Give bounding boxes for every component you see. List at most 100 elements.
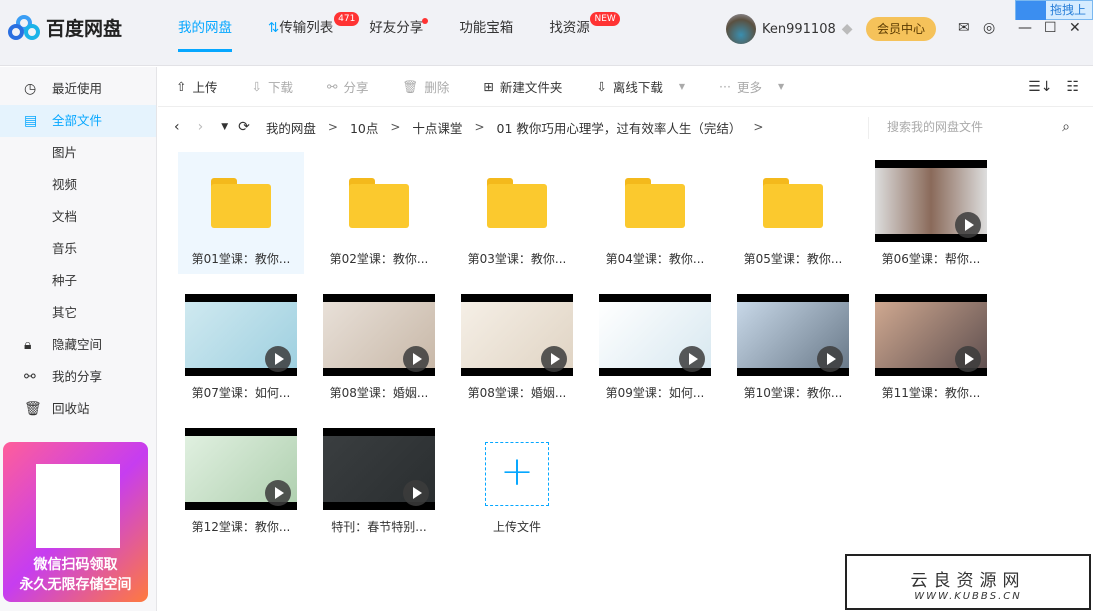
play-icon[interactable] bbox=[955, 346, 981, 372]
delete-button[interactable]: 🗑︎删除 bbox=[403, 77, 450, 96]
breadcrumb-separator[interactable]: > bbox=[753, 120, 763, 134]
button-label: 分享 bbox=[343, 77, 368, 96]
folder-item[interactable]: 第03堂课：教你... bbox=[454, 152, 580, 274]
file-name: 第02堂课：教你... bbox=[316, 250, 442, 267]
sidebar-item-recent[interactable]: ◷最近使用 bbox=[0, 73, 156, 105]
play-icon[interactable] bbox=[265, 480, 291, 506]
play-icon[interactable] bbox=[955, 212, 981, 238]
back-button[interactable]: ‹ bbox=[174, 119, 180, 135]
toolbar: ⇧上传 ⇩下载 ⚯分享 🗑︎删除 ⊞新建文件夹 ⇩ 离线下载 ▼ ···更多▼ ☰↓… bbox=[158, 67, 1093, 107]
chevron-down-icon[interactable]: ▼ bbox=[679, 82, 685, 91]
folder-icon bbox=[763, 178, 823, 228]
file-name: 第07堂课：如何... bbox=[178, 384, 304, 401]
promo-banner[interactable]: 微信扫码领取 永久无限存储空间 bbox=[3, 442, 148, 602]
play-icon[interactable] bbox=[817, 346, 843, 372]
button-label: 新建文件夹 bbox=[500, 77, 563, 96]
search-icon[interactable]: ⌕ bbox=[1062, 117, 1070, 137]
play-icon[interactable] bbox=[679, 346, 705, 372]
new-folder-button[interactable]: ⊞新建文件夹 bbox=[483, 77, 562, 96]
download-icon: ⇩ bbox=[596, 79, 606, 94]
sidebar-item-my-shares[interactable]: ⚯我的分享 bbox=[0, 361, 156, 393]
video-thumbnail bbox=[737, 294, 849, 376]
sidebar-item-torrents[interactable]: 种子 bbox=[0, 265, 156, 297]
history-dropdown[interactable]: ▼ bbox=[221, 122, 228, 132]
video-item[interactable]: 第12堂课：教你... bbox=[178, 420, 304, 542]
minimize-button[interactable]: — bbox=[1018, 20, 1032, 36]
file-name: 第08堂课：婚姻... bbox=[454, 384, 580, 401]
search-input[interactable]: 搜索我的网盘文件⌕ bbox=[868, 117, 1078, 139]
video-item[interactable]: 第06堂课：帮你... bbox=[868, 152, 994, 274]
settings-icon[interactable]: ◎ bbox=[983, 20, 995, 36]
video-item[interactable]: 第09堂课：如何... bbox=[592, 286, 718, 408]
close-button[interactable]: ✕ bbox=[1069, 20, 1081, 36]
file-name: 第08堂课：婚姻... bbox=[316, 384, 442, 401]
sidebar-item-label: 图片 bbox=[52, 145, 77, 160]
folder-item[interactable]: 第01堂课：教你... bbox=[178, 152, 304, 274]
tab-my-disk[interactable]: 我的网盘 bbox=[178, 0, 232, 66]
offline-download-button[interactable]: ⇩ 离线下载 ▼ bbox=[596, 77, 685, 96]
more-button[interactable]: ···更多▼ bbox=[719, 77, 784, 96]
sidebar-item-images[interactable]: 图片 bbox=[0, 137, 156, 169]
file-name: 第09堂课：如何... bbox=[592, 384, 718, 401]
user-info[interactable]: Ken991108 ◆ bbox=[726, 14, 853, 44]
tab-label: 传输列表 bbox=[279, 20, 333, 36]
folder-item[interactable]: 第02堂课：教你... bbox=[316, 152, 442, 274]
play-icon[interactable] bbox=[265, 346, 291, 372]
clock-icon: ◷ bbox=[24, 73, 36, 105]
sidebar-item-all-files[interactable]: ▤ 全部文件 bbox=[0, 105, 156, 137]
tab-friend-share[interactable]: 好友分享 bbox=[369, 0, 423, 66]
video-item[interactable]: 第07堂课：如何... bbox=[178, 286, 304, 408]
video-item[interactable]: 特刊：春节特别... bbox=[316, 420, 442, 542]
sidebar-item-docs[interactable]: 文档 bbox=[0, 201, 156, 233]
breadcrumb-item[interactable]: 10点 bbox=[350, 118, 378, 137]
avatar[interactable] bbox=[726, 14, 756, 44]
folder-item[interactable]: 第05堂课：教你... bbox=[730, 152, 856, 274]
play-icon[interactable] bbox=[403, 346, 429, 372]
list-view-icon[interactable]: ☷ bbox=[1066, 79, 1079, 95]
upload-file-tile[interactable]: + bbox=[485, 442, 549, 506]
drag-upload-widget[interactable]: 拖拽上 bbox=[1015, 0, 1093, 20]
refresh-button[interactable]: ⟳ bbox=[238, 119, 250, 135]
button-label: 离线下载 bbox=[613, 77, 663, 96]
sidebar-item-recycle-bin[interactable]: 🗑︎回收站 bbox=[0, 393, 156, 425]
play-icon[interactable] bbox=[403, 480, 429, 506]
tab-transfer-list[interactable]: ⇅传输列表471 bbox=[268, 0, 333, 66]
file-icon: ▤ bbox=[24, 105, 37, 137]
share-button[interactable]: ⚯分享 bbox=[327, 77, 369, 96]
forward-button[interactable]: › bbox=[198, 119, 204, 135]
folder-icon bbox=[211, 178, 271, 228]
button-label: 删除 bbox=[424, 77, 449, 96]
download-button[interactable]: ⇩下载 bbox=[252, 77, 294, 96]
video-item[interactable]: 第08堂课：婚姻... bbox=[316, 286, 442, 408]
watermark-title: 云良资源网 bbox=[847, 566, 1089, 591]
folder-item[interactable]: 第04堂课：教你... bbox=[592, 152, 718, 274]
breadcrumb-current: 01 教你巧用心理学，过有效率人生（完结） bbox=[497, 118, 742, 137]
sidebar: ◷最近使用 ▤ 全部文件 图片 视频 文档 音乐 种子 其它 🔒︎隐藏空间 ⚯我的… bbox=[0, 67, 157, 611]
maximize-button[interactable]: ☐ bbox=[1044, 20, 1057, 36]
video-item[interactable]: 第11堂课：教你... bbox=[868, 286, 994, 408]
sidebar-item-hidden-space[interactable]: 🔒︎隐藏空间 bbox=[0, 329, 156, 361]
folder-icon bbox=[625, 178, 685, 228]
video-item[interactable]: 第10堂课：教你... bbox=[730, 286, 856, 408]
trash-icon: 🗑︎ bbox=[24, 393, 42, 425]
vip-center-button[interactable]: 会员中心 bbox=[866, 17, 936, 41]
video-thumbnail bbox=[323, 294, 435, 376]
breadcrumb-item[interactable]: 我的网盘 bbox=[266, 118, 316, 137]
upload-button[interactable]: ⇧上传 bbox=[176, 77, 218, 96]
sidebar-item-label: 全部文件 bbox=[52, 113, 102, 128]
qr-code bbox=[36, 464, 120, 548]
mail-icon[interactable]: ✉ bbox=[958, 20, 970, 36]
breadcrumb-item[interactable]: 十点课堂 bbox=[412, 118, 462, 137]
tab-toolbox[interactable]: 功能宝箱 bbox=[459, 0, 513, 66]
play-icon[interactable] bbox=[541, 346, 567, 372]
sort-icon[interactable]: ☰↓ bbox=[1028, 79, 1052, 95]
folder-icon bbox=[349, 178, 409, 228]
sidebar-item-label: 种子 bbox=[52, 273, 77, 288]
sidebar-item-other[interactable]: 其它 bbox=[0, 297, 156, 329]
video-item[interactable]: 第08堂课：婚姻... bbox=[454, 286, 580, 408]
sidebar-item-label: 文档 bbox=[52, 209, 77, 224]
sidebar-item-videos[interactable]: 视频 bbox=[0, 169, 156, 201]
file-name: 第03堂课：教你... bbox=[454, 250, 580, 267]
tab-find-resources[interactable]: 找资源NEW bbox=[549, 0, 590, 66]
sidebar-item-music[interactable]: 音乐 bbox=[0, 233, 156, 265]
